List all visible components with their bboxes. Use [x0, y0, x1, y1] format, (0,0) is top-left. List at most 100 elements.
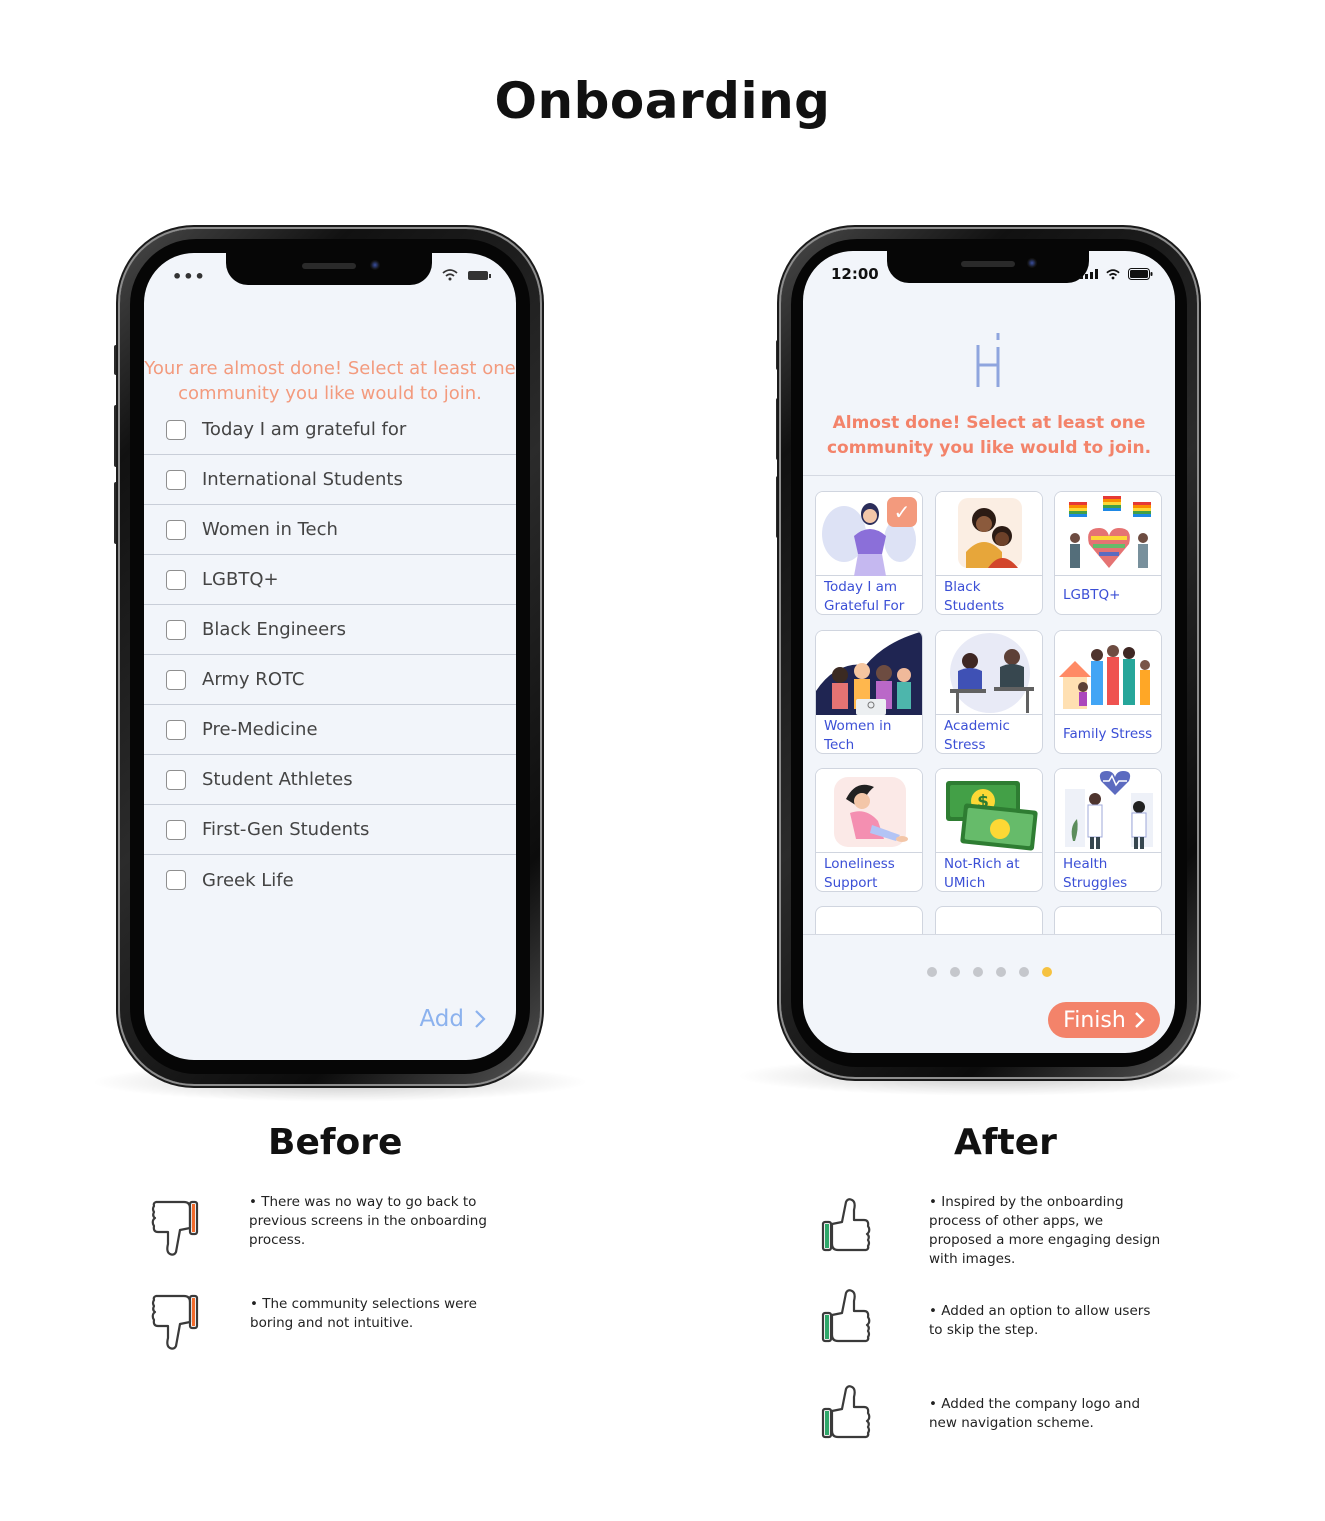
list-item[interactable]: Army ROTC: [144, 655, 516, 705]
list-item[interactable]: Black Engineers: [144, 605, 516, 655]
community-card[interactable]: [935, 906, 1043, 934]
page-dot[interactable]: [1018, 967, 1029, 977]
list-item-label: Army ROTC: [202, 669, 305, 690]
list-item-label: LGBTQ+: [202, 569, 279, 590]
checkbox[interactable]: [166, 419, 186, 440]
thumbs-up-icon: [821, 1385, 871, 1439]
community-card[interactable]: [815, 906, 923, 934]
list-item[interactable]: Today I am grateful for: [144, 405, 516, 455]
wifi-icon: [1106, 268, 1120, 279]
list-item[interactable]: First-Gen Students: [144, 805, 516, 855]
list-item[interactable]: Greek Life: [144, 855, 516, 905]
prompt-line: community you like would to join.: [178, 383, 482, 404]
before-heading: Before: [268, 1122, 403, 1163]
status-time: 12:00: [831, 265, 879, 283]
phone-camera: [370, 260, 380, 270]
after-screen: 12:00 Almost done! Select at least one c…: [803, 251, 1175, 1053]
after-heading: After: [954, 1122, 1057, 1163]
illustration-money: $: [936, 769, 1042, 853]
card-label: Today I am Grateful For: [824, 579, 905, 614]
selected-check-icon: ✓: [887, 497, 917, 527]
company-logo: [803, 331, 1175, 397]
card-label: Black Students: [944, 579, 1005, 614]
status-icons: [442, 269, 491, 281]
card-label: Health Struggles: [1063, 856, 1128, 891]
card-label: Loneliness Support: [824, 856, 895, 891]
thumbs-down-icon: [151, 1294, 199, 1350]
list-item[interactable]: Pre-Medicine: [144, 705, 516, 755]
list-item-label: International Students: [202, 469, 403, 490]
before-note: • The community selections were boring a…: [250, 1296, 477, 1331]
phone-side-button: [114, 405, 119, 467]
battery-icon: [1128, 268, 1153, 280]
page-dot[interactable]: [949, 967, 960, 977]
community-card[interactable]: $ Not-Rich at UMich: [935, 768, 1043, 892]
illustration-academic-stress: [936, 631, 1042, 715]
signal-icon: [1080, 269, 1098, 279]
list-item[interactable]: International Students: [144, 455, 516, 505]
page-dot[interactable]: [972, 967, 983, 977]
community-card[interactable]: Women in Tech: [815, 630, 923, 754]
list-item-label: Women in Tech: [202, 519, 338, 540]
checkbox[interactable]: [166, 819, 186, 840]
community-card[interactable]: Loneliness Support: [815, 768, 923, 892]
thumbs-up-icon: [821, 1289, 871, 1343]
checkbox[interactable]: [166, 519, 186, 540]
phone-camera: [1027, 258, 1037, 268]
checkbox[interactable]: [166, 719, 186, 740]
phone-side-button: [114, 345, 119, 375]
list-item-label: Today I am grateful for: [202, 419, 407, 440]
phone-side-button: [114, 482, 119, 544]
phone-notch: [887, 251, 1089, 283]
community-card[interactable]: Family Stress: [1054, 630, 1162, 754]
prompt-line: Your are almost done! Select at least on…: [144, 358, 516, 379]
list-item[interactable]: LGBTQ+: [144, 555, 516, 605]
page-indicator: [803, 967, 1175, 977]
community-card[interactable]: ✓ Today I am Grateful For: [815, 491, 923, 615]
page-dot[interactable]: [995, 967, 1006, 977]
before-prompt: Your are almost done! Select at least on…: [144, 356, 516, 406]
before-note: • There was no way to go back to previou…: [249, 1194, 487, 1248]
finish-button-label: Finish: [1063, 1007, 1126, 1033]
phone-speaker: [961, 261, 1015, 267]
card-label: Family Stress: [1063, 726, 1153, 742]
add-button[interactable]: Add: [419, 1006, 486, 1032]
before-screen: ••• Your are almost done! Select at leas…: [144, 253, 516, 1060]
community-grid: ✓ Today I am Grateful For Black Students…: [803, 475, 1175, 935]
card-label: Women in Tech: [824, 718, 892, 753]
battery-icon: [468, 270, 491, 280]
status-icons: [1080, 268, 1153, 280]
prompt-line: community you like would to join.: [826, 438, 1152, 458]
checkbox[interactable]: [166, 619, 186, 640]
page-dot[interactable]: [926, 967, 937, 977]
chevron-right-icon: [475, 1010, 486, 1028]
community-card[interactable]: LGBTQ+: [1054, 491, 1162, 615]
list-item-label: Pre-Medicine: [202, 719, 318, 740]
community-card[interactable]: [1054, 906, 1162, 934]
community-card[interactable]: Health Struggles: [1054, 768, 1162, 892]
chevron-right-icon: [1134, 1012, 1145, 1028]
after-note: • Added the company logo and new navigat…: [929, 1396, 1141, 1431]
list-item-label: First-Gen Students: [202, 819, 370, 840]
card-label: Not-Rich at UMich: [944, 856, 1020, 891]
list-item[interactable]: Student Athletes: [144, 755, 516, 805]
phone-notch: [226, 253, 432, 285]
add-button-label: Add: [419, 1006, 464, 1032]
checkbox[interactable]: [166, 870, 186, 890]
list-item[interactable]: Women in Tech: [144, 505, 516, 555]
community-card[interactable]: Black Students: [935, 491, 1043, 615]
page-dot-active[interactable]: [1041, 967, 1052, 977]
list-item-label: Black Engineers: [202, 619, 346, 640]
community-card[interactable]: Academic Stress: [935, 630, 1043, 754]
finish-button[interactable]: Finish: [1048, 1002, 1160, 1038]
checkbox[interactable]: [166, 769, 186, 790]
checkbox[interactable]: [166, 469, 186, 490]
illustration-health: [1055, 769, 1161, 853]
illustration-loneliness: [816, 769, 922, 853]
checkbox[interactable]: [166, 669, 186, 690]
checkbox[interactable]: [166, 569, 186, 590]
illustration-family-stress: [1055, 631, 1161, 715]
after-phone: 12:00 Almost done! Select at least one c…: [781, 229, 1197, 1077]
list-item-label: Greek Life: [202, 869, 294, 891]
card-label: LGBTQ+: [1063, 587, 1121, 603]
